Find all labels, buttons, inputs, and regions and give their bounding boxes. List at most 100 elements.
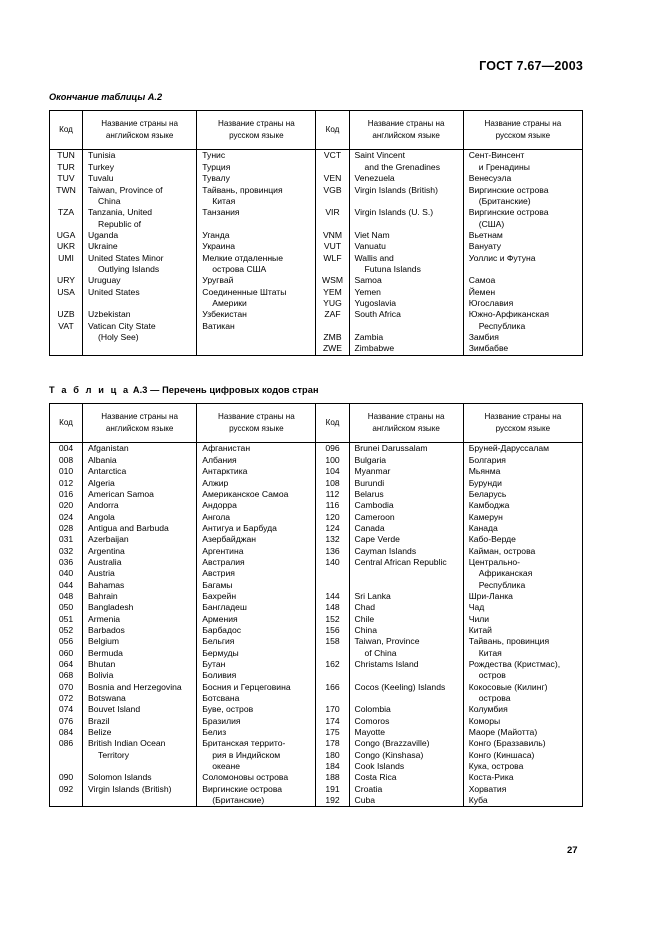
country-name: Cuba bbox=[354, 795, 376, 806]
country-name-continuation: Америки bbox=[212, 297, 247, 308]
country-code: 004 bbox=[58, 443, 74, 454]
country-code: 170 bbox=[325, 704, 340, 715]
country-code: 012 bbox=[58, 477, 74, 488]
country-name: Американское Самоа bbox=[202, 488, 289, 499]
country-code: 112 bbox=[325, 488, 340, 499]
country-name: Saint Vincent bbox=[354, 150, 405, 161]
codes-column-left: 004 008 010 012 016 020 024 028 031 032 036 040 044 0… bbox=[48, 442, 84, 808]
country-code: 068 bbox=[58, 670, 74, 681]
country-name: Armenia bbox=[88, 613, 121, 624]
country-name: Армения bbox=[202, 613, 238, 624]
country-code: TWN bbox=[56, 184, 76, 195]
country-name-continuation: and the Grenadines bbox=[364, 161, 441, 172]
country-name: Китая bbox=[197, 196, 315, 207]
country-code: VUT bbox=[323, 241, 342, 252]
country-name: British Indian Ocean bbox=[88, 738, 166, 749]
country-name: Рождества (Кристмас), bbox=[468, 659, 561, 669]
country-name: Virgin Islands (British) bbox=[354, 184, 438, 195]
country-code: UMI bbox=[58, 252, 74, 263]
country-name: Turkey bbox=[88, 161, 114, 172]
country-name: Tuvalu bbox=[88, 173, 114, 184]
country-name: Yugoslavia bbox=[354, 297, 397, 308]
country-name: Узбекистан bbox=[202, 309, 247, 320]
country-name-continuation: Outlying Islands bbox=[98, 263, 160, 274]
country-name: Кокосовые (Килинг) bbox=[468, 681, 548, 692]
country-name-continuation: (Британские) bbox=[212, 795, 265, 806]
country-code: URY bbox=[57, 275, 76, 286]
table-a2-caption: Окончание таблицы А.2 bbox=[49, 92, 163, 102]
country-name: Беларусь bbox=[468, 488, 507, 499]
country-name: Коморы bbox=[468, 715, 501, 726]
country-code: 072 bbox=[58, 693, 74, 704]
country-name: Украина bbox=[202, 241, 235, 252]
country-name: Virgin Islands (British) bbox=[88, 783, 172, 794]
country-name: Чили bbox=[468, 613, 490, 624]
country-code: USA bbox=[57, 286, 75, 297]
country-name: Botswana bbox=[88, 693, 126, 704]
country-name: Cocos (Keeling) Islands bbox=[354, 681, 446, 692]
country-name-continuation: Китая bbox=[212, 195, 236, 206]
country-name: Mayotte bbox=[354, 727, 386, 738]
country-name: Burundi bbox=[354, 477, 385, 488]
country-code: 032 bbox=[58, 545, 74, 556]
table-a2-header-row: Код Название страны на английском языке Н… bbox=[48, 109, 584, 151]
country-name-continuation: (Британские) bbox=[478, 195, 531, 206]
codes-column-right: 096 100 104 108 112 116 120 124 132 136 140 144 148… bbox=[315, 442, 350, 808]
country-code: 070 bbox=[58, 681, 74, 692]
country-name: Антарктика bbox=[202, 466, 248, 477]
country-name: Республика bbox=[464, 580, 582, 591]
country-name: Albania bbox=[88, 454, 117, 465]
country-name: Коста-Рика bbox=[468, 772, 514, 783]
country-code: UGA bbox=[56, 229, 76, 240]
country-name: Бермуды bbox=[202, 647, 239, 658]
country-name: Algeria bbox=[88, 477, 115, 488]
country-code: 052 bbox=[58, 624, 74, 635]
country-name: Christams Island bbox=[354, 659, 419, 669]
country-name: Solomon Islands bbox=[88, 772, 152, 783]
country-name: Бурунди bbox=[468, 477, 502, 488]
country-name: Югославия bbox=[468, 297, 514, 308]
country-name: Bahamas bbox=[88, 579, 125, 590]
country-code: 116 bbox=[325, 500, 340, 511]
country-name: Belarus bbox=[354, 488, 384, 499]
country-code: 140 bbox=[325, 556, 340, 567]
country-name: Конго (Киншаса) bbox=[468, 749, 535, 760]
country-code: 166 bbox=[325, 681, 340, 692]
country-name: Bulgaria bbox=[354, 454, 387, 465]
country-code: TUV bbox=[57, 173, 75, 184]
country-code: 084 bbox=[58, 727, 74, 738]
country-name-continuation: и Гренадины bbox=[478, 161, 530, 172]
country-name: Камбоджа bbox=[468, 500, 510, 511]
country-name: Outlying Islands bbox=[83, 264, 196, 275]
country-name: Central African Republic bbox=[354, 556, 447, 567]
country-name: Америки bbox=[197, 298, 315, 309]
country-name: Brazil bbox=[88, 715, 110, 726]
country-code: ZAF bbox=[324, 309, 341, 320]
country-name: Босния и Герцеговина bbox=[202, 681, 291, 692]
country-code: 020 bbox=[58, 500, 74, 511]
page-number: 27 bbox=[567, 845, 578, 856]
header-english-left: Название страны на английском языке bbox=[82, 109, 198, 151]
english-column-left: Tunisia Turkey Tuvalu Taiwan, Province of Ch… bbox=[82, 149, 198, 356]
country-code: 108 bbox=[325, 477, 340, 488]
country-name: Мьянма bbox=[468, 466, 501, 477]
country-code: 136 bbox=[325, 545, 340, 556]
country-code: 152 bbox=[325, 613, 340, 624]
country-name: Samoa bbox=[354, 275, 382, 286]
country-code: 156 bbox=[325, 624, 340, 635]
country-code: 056 bbox=[58, 636, 74, 647]
country-name: Зимбабве bbox=[468, 343, 509, 354]
country-name: Азербайджан bbox=[202, 534, 256, 545]
russian-column-left: Афганистан Албания Антарктика Алжир Американ… bbox=[196, 442, 317, 808]
country-name: Canada bbox=[354, 522, 385, 533]
country-name: Виргинские острова bbox=[202, 783, 283, 794]
country-code: TUR bbox=[57, 161, 75, 172]
country-name: Замбия bbox=[468, 331, 499, 342]
country-name: Costa Rica bbox=[354, 772, 397, 783]
country-name: Tanzania, United bbox=[88, 207, 153, 218]
country-name: Афганистан bbox=[202, 443, 251, 454]
country-code: 016 bbox=[58, 488, 74, 499]
table-a2-body-row: TUN TUR TUV TWN TZA UGA UKR UMI URY USA UZB VAT… bbox=[48, 149, 584, 356]
english-column-right: Saint Vincent and the Grenadines Venezuela… bbox=[348, 149, 464, 356]
country-code: VAT bbox=[58, 320, 74, 331]
